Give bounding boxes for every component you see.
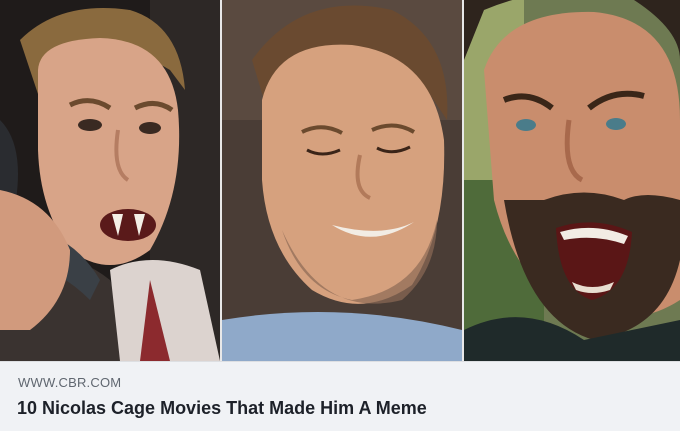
link-preview-meta[interactable]: WWW.CBR.COM 10 Nicolas Cage Movies That … (0, 361, 680, 431)
link-preview-card[interactable]: WWW.CBR.COM 10 Nicolas Cage Movies That … (0, 0, 680, 431)
collage-photo-left (0, 0, 220, 361)
collage-photo-middle (222, 0, 462, 361)
preview-image-collage[interactable] (0, 0, 680, 361)
article-title-link[interactable]: 10 Nicolas Cage Movies That Made Him A M… (17, 398, 427, 419)
source-domain: WWW.CBR.COM (18, 375, 122, 390)
collage-photo-right (464, 0, 680, 361)
